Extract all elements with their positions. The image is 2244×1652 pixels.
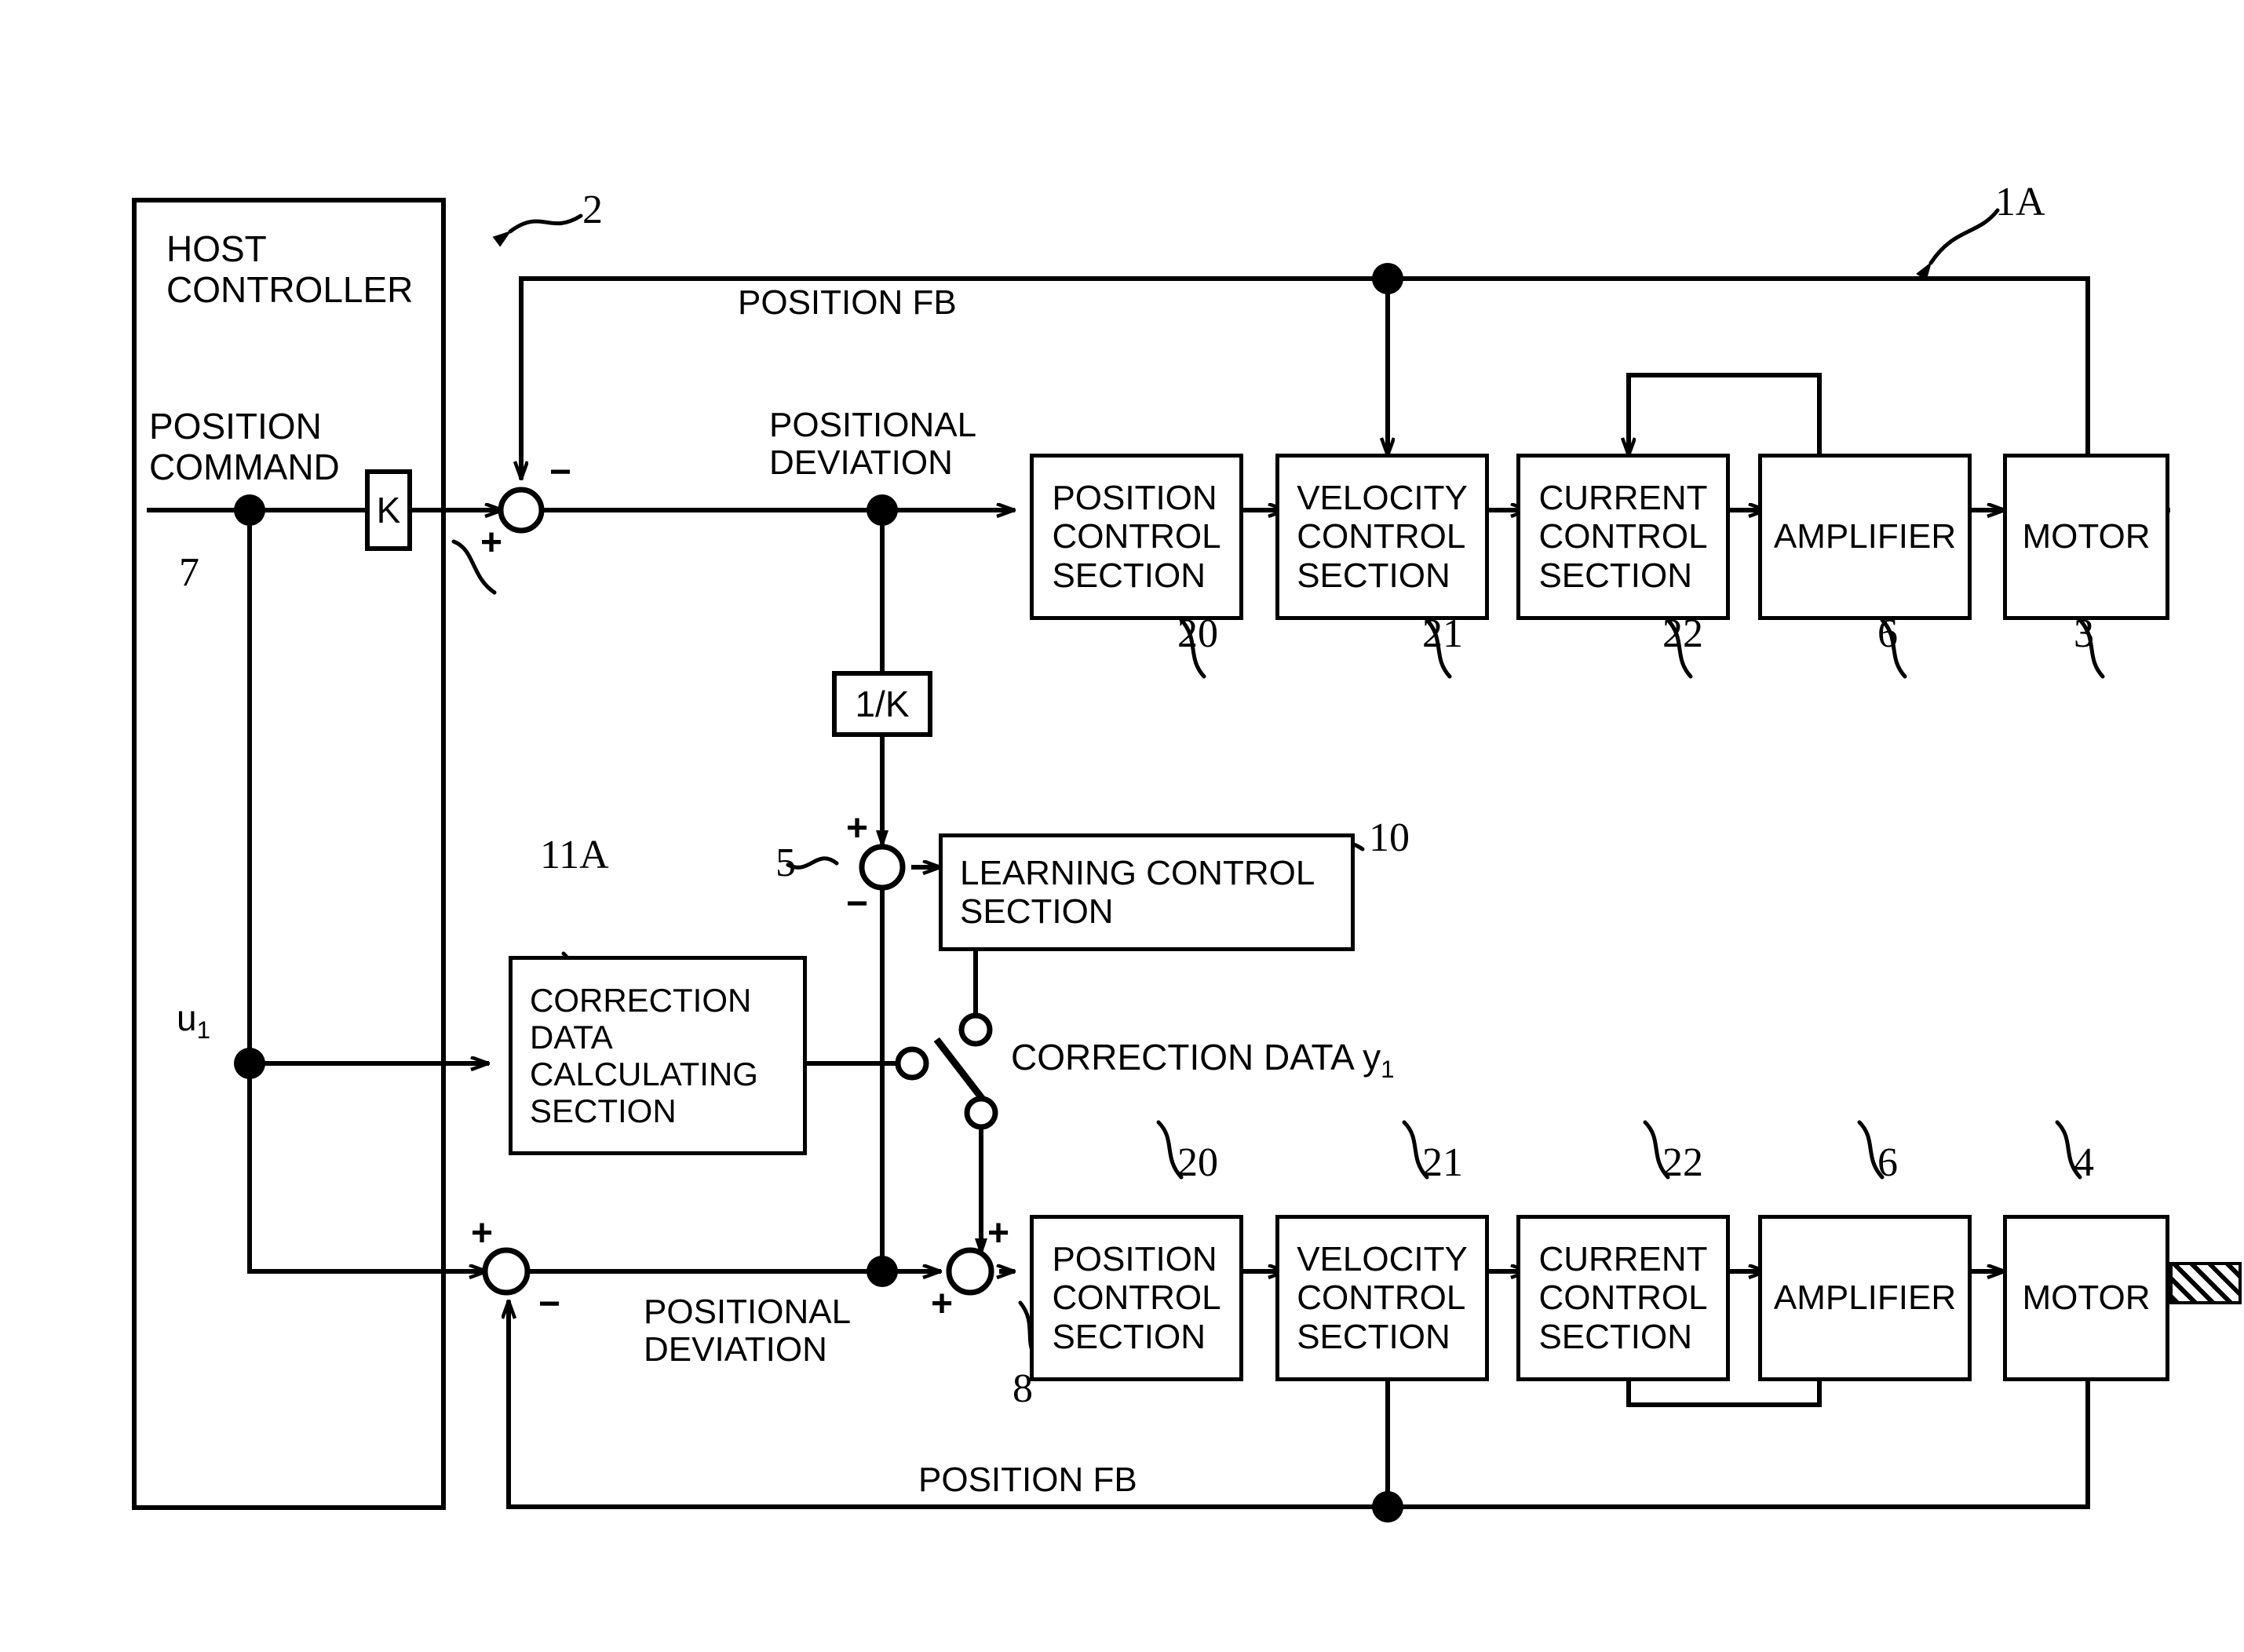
ref-numeral-22-bottom: 22 xyxy=(1662,1140,1703,1185)
ref-numeral-6-top: 6 xyxy=(1877,611,1898,656)
sign-bottom-left-minus: − xyxy=(538,1283,561,1325)
ref-numeral-1A: 1A xyxy=(1995,180,2045,224)
ref-numeral-21-bottom: 21 xyxy=(1422,1140,1463,1185)
junction-dot-bottom-fb xyxy=(1372,1491,1403,1523)
block-top-amplifier: AMPLIFIER xyxy=(1758,454,1972,620)
block-learning-control-section: LEARNING CONTROL SECTION xyxy=(939,833,1355,951)
gain-inverse-k-block: 1/K xyxy=(832,671,932,737)
ref-numeral-10: 10 xyxy=(1369,815,1410,860)
summing-junction-bottom-left xyxy=(482,1247,531,1296)
label-bottom-positional-deviation: POSITIONAL DEVIATION xyxy=(644,1293,852,1369)
position-command-label: POSITION COMMAND xyxy=(149,406,340,487)
ref-numeral-4: 4 xyxy=(2074,1140,2094,1185)
leader-2 xyxy=(492,213,583,247)
block-bottom-current-control-section: CURRENT CONTROL SECTION xyxy=(1516,1215,1730,1381)
block-top-velocity-control-section: VELOCITY CONTROL SECTION xyxy=(1275,454,1489,620)
block-bottom-motor: MOTOR xyxy=(2003,1215,2169,1381)
switch-contact-learning xyxy=(958,1012,993,1047)
block-top-current-control-section: CURRENT CONTROL SECTION xyxy=(1516,454,1730,620)
block-top-position-control-section: POSITION CONTROL SECTION xyxy=(1030,454,1243,620)
block-bottom-velocity-control-section: VELOCITY CONTROL SECTION xyxy=(1275,1215,1489,1381)
ref-numeral-5: 5 xyxy=(775,841,796,885)
block-bottom-amplifier: AMPLIFIER xyxy=(1758,1215,1972,1381)
host-controller-title: HOST CONTROLLER xyxy=(166,228,414,310)
summing-junction-5 xyxy=(859,844,906,891)
u1-label: u1 xyxy=(177,997,210,1045)
label-correction-data: CORRECTION DATA y1 xyxy=(1011,1037,1395,1084)
sign-junction5-plus: + xyxy=(846,808,869,849)
switch-contact-common xyxy=(964,1096,998,1130)
sign-top-junction-minus: − xyxy=(549,451,572,493)
ref-numeral-3: 3 xyxy=(2074,611,2094,656)
ref-numeral-22-top: 22 xyxy=(1662,611,1703,656)
gain-k-block: K xyxy=(365,469,412,551)
motor-shaft-hatch xyxy=(2169,1262,2242,1304)
ref-numeral-20-top: 20 xyxy=(1177,611,1218,656)
sign-junction5-minus: − xyxy=(846,883,869,924)
summing-junction-top xyxy=(498,487,545,534)
ref-numeral-21-top: 21 xyxy=(1422,611,1463,656)
junction-dot-bottom-deviation xyxy=(867,1256,898,1287)
host-controller-box xyxy=(132,198,446,1510)
sign-bottom-left-plus: + xyxy=(471,1213,494,1254)
ref-numeral-6-bottom: 6 xyxy=(1877,1140,1898,1185)
sign-junction8-plus-left: + xyxy=(931,1283,954,1325)
ref-numeral-2: 2 xyxy=(582,188,603,232)
junction-dot-top-fb xyxy=(1372,263,1403,294)
block-correction-data-calculating-section: CORRECTION DATA CALCULATING SECTION xyxy=(509,956,807,1155)
summing-junction-8 xyxy=(946,1247,994,1296)
switch-contact-correction xyxy=(895,1046,929,1081)
ref-numeral-8: 8 xyxy=(1013,1366,1033,1411)
sign-junction8-plus-top: + xyxy=(987,1213,1010,1254)
label-top-positional-deviation: POSITIONAL DEVIATION xyxy=(769,406,977,483)
block-bottom-position-control-section: POSITION CONTROL SECTION xyxy=(1030,1215,1243,1381)
junction-dot-top-deviation xyxy=(867,494,898,526)
block-top-motor: MOTOR xyxy=(2003,454,2169,620)
leader-1A xyxy=(1916,208,2000,281)
label-top-position-fb: POSITION FB xyxy=(738,283,957,322)
label-bottom-position-fb: POSITION FB xyxy=(918,1461,1137,1499)
ref-numeral-7: 7 xyxy=(179,550,199,595)
ref-numeral-20-bottom: 20 xyxy=(1177,1140,1218,1185)
patent-figure-canvas: HOST CONTROLLER POSITION COMMAND u1 K 1/… xyxy=(0,0,2244,1652)
ref-numeral-11A: 11A xyxy=(540,833,609,877)
sign-top-junction-plus: + xyxy=(480,522,503,563)
